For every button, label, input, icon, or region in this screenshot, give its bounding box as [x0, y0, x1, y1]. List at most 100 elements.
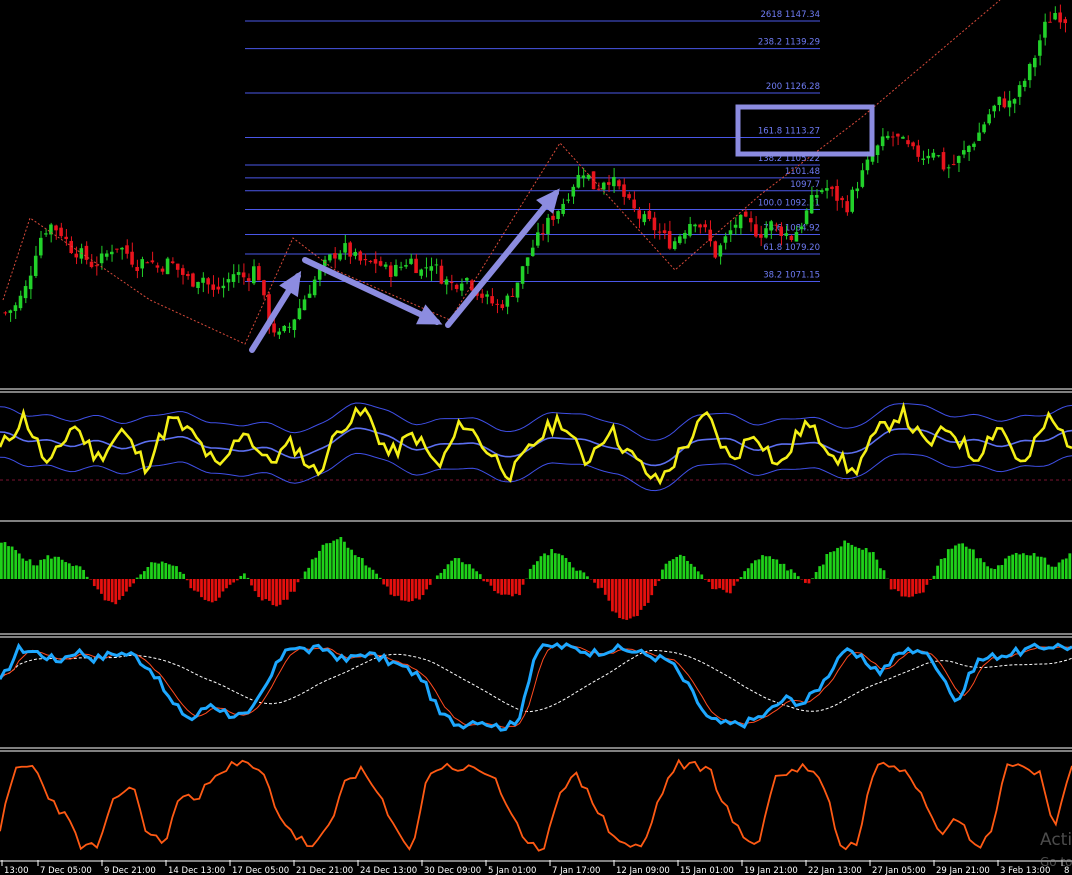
- histogram-bar: [728, 579, 732, 594]
- candle-body: [982, 124, 986, 133]
- histogram-bar: [225, 579, 228, 589]
- histogram-bar: [893, 579, 897, 590]
- histogram-bar: [804, 579, 807, 583]
- candle-body: [891, 136, 895, 138]
- histogram-bar: [182, 573, 186, 579]
- histogram-bar: [671, 559, 675, 579]
- candle-body: [277, 331, 281, 335]
- candle-body: [13, 305, 18, 312]
- histogram-bar: [293, 579, 296, 592]
- histogram-bar: [85, 576, 89, 579]
- histogram-bar: [207, 579, 211, 602]
- histogram-bar: [982, 562, 986, 579]
- histogram-bar: [278, 579, 282, 605]
- histogram-bar: [289, 579, 293, 592]
- histogram-bar: [839, 546, 843, 579]
- histogram-bar: [989, 568, 993, 579]
- candle-body: [571, 186, 576, 197]
- histogram-bar: [360, 558, 364, 579]
- candle-body: [698, 224, 702, 228]
- histogram-bar: [771, 558, 775, 579]
- candle-body: [1053, 13, 1057, 20]
- stochastic-main-line: [0, 642, 1072, 732]
- candle-body: [967, 145, 971, 152]
- candle-body: [338, 253, 342, 260]
- histogram-bar: [582, 572, 586, 579]
- histogram-bar: [285, 579, 289, 600]
- candle-body: [576, 174, 581, 188]
- histogram-bar: [203, 579, 207, 600]
- candle-body: [444, 279, 449, 285]
- histogram-bar: [603, 579, 607, 595]
- candle-body: [490, 296, 494, 304]
- time-label: 29 Jan 21:00: [936, 866, 990, 875]
- histogram-bar: [575, 570, 579, 579]
- histogram-bar: [964, 546, 968, 579]
- histogram-bar: [128, 579, 132, 587]
- histogram-bar: [553, 553, 557, 579]
- histogram-bar: [250, 579, 253, 586]
- fib-level-label: 238.2 1139.29: [758, 38, 820, 48]
- histogram-bar: [668, 560, 671, 579]
- histogram-bar: [271, 579, 275, 606]
- histogram-bar: [889, 579, 893, 590]
- candle-body: [814, 195, 819, 198]
- candle-body: [33, 255, 38, 277]
- histogram-bar: [1000, 564, 1004, 579]
- histogram-bar: [357, 556, 361, 579]
- histogram-bar: [428, 579, 432, 585]
- candle-body: [236, 272, 241, 275]
- histogram-bar: [703, 579, 707, 580]
- histogram-bar: [1039, 556, 1043, 579]
- histogram-bar: [142, 571, 146, 579]
- time-label: 5 Jan 01:00: [488, 866, 536, 875]
- oscillator-2-panel: [0, 750, 1072, 852]
- candle-body: [799, 226, 804, 230]
- histogram-bar: [328, 543, 332, 579]
- candle-body: [931, 152, 936, 158]
- histogram-bar: [468, 564, 471, 579]
- histogram-bar: [911, 579, 914, 597]
- candle-body: [546, 217, 550, 235]
- lower-band: [0, 452, 1072, 492]
- histogram-bar: [621, 579, 625, 620]
- histogram-bar: [618, 579, 621, 619]
- candle-body: [439, 265, 444, 284]
- histogram-bar: [1057, 562, 1061, 579]
- candle-body: [368, 260, 373, 263]
- price-panel: 2618 1147.34 238.2 1139.29 200 1126.28 161.…: [0, 0, 1072, 390]
- histogram-bar: [518, 579, 521, 596]
- candle-body: [383, 264, 388, 267]
- candle-body: [667, 231, 672, 249]
- candle-body: [196, 281, 200, 288]
- candle-body: [120, 247, 124, 250]
- histogram-bar: [625, 579, 629, 620]
- candle-body: [23, 286, 28, 299]
- candle-body: [104, 253, 109, 257]
- candle-body: [201, 277, 205, 283]
- histogram-bar: [632, 579, 636, 617]
- time-axis: 13:00 7 Dec 05:00 9 Dec 21:00 14 Dec 13:00 1…: [0, 860, 1072, 875]
- histogram-bar: [89, 579, 93, 580]
- histogram-bar: [264, 579, 268, 600]
- histogram-bar: [242, 573, 246, 579]
- candle-body: [774, 224, 778, 226]
- histogram-bar: [389, 579, 393, 595]
- candle-body: [794, 232, 799, 242]
- histogram-bar: [14, 550, 18, 579]
- candle-body: [424, 267, 428, 269]
- candle-body: [3, 312, 8, 314]
- candle-body: [1033, 57, 1037, 68]
- histogram-bar: [50, 558, 53, 579]
- histogram-bar: [793, 572, 797, 579]
- histogram-bar: [382, 579, 386, 585]
- time-label: 15 Jan 01:00: [680, 866, 734, 875]
- candle-body: [977, 132, 981, 141]
- histogram-bar: [189, 579, 193, 589]
- histogram-bar: [318, 550, 321, 579]
- candle-body: [601, 182, 606, 190]
- candle-body: [328, 254, 332, 261]
- histogram-bar: [1004, 558, 1007, 579]
- candle-body: [723, 236, 728, 243]
- time-label: 14 Dec 13:00: [168, 866, 225, 875]
